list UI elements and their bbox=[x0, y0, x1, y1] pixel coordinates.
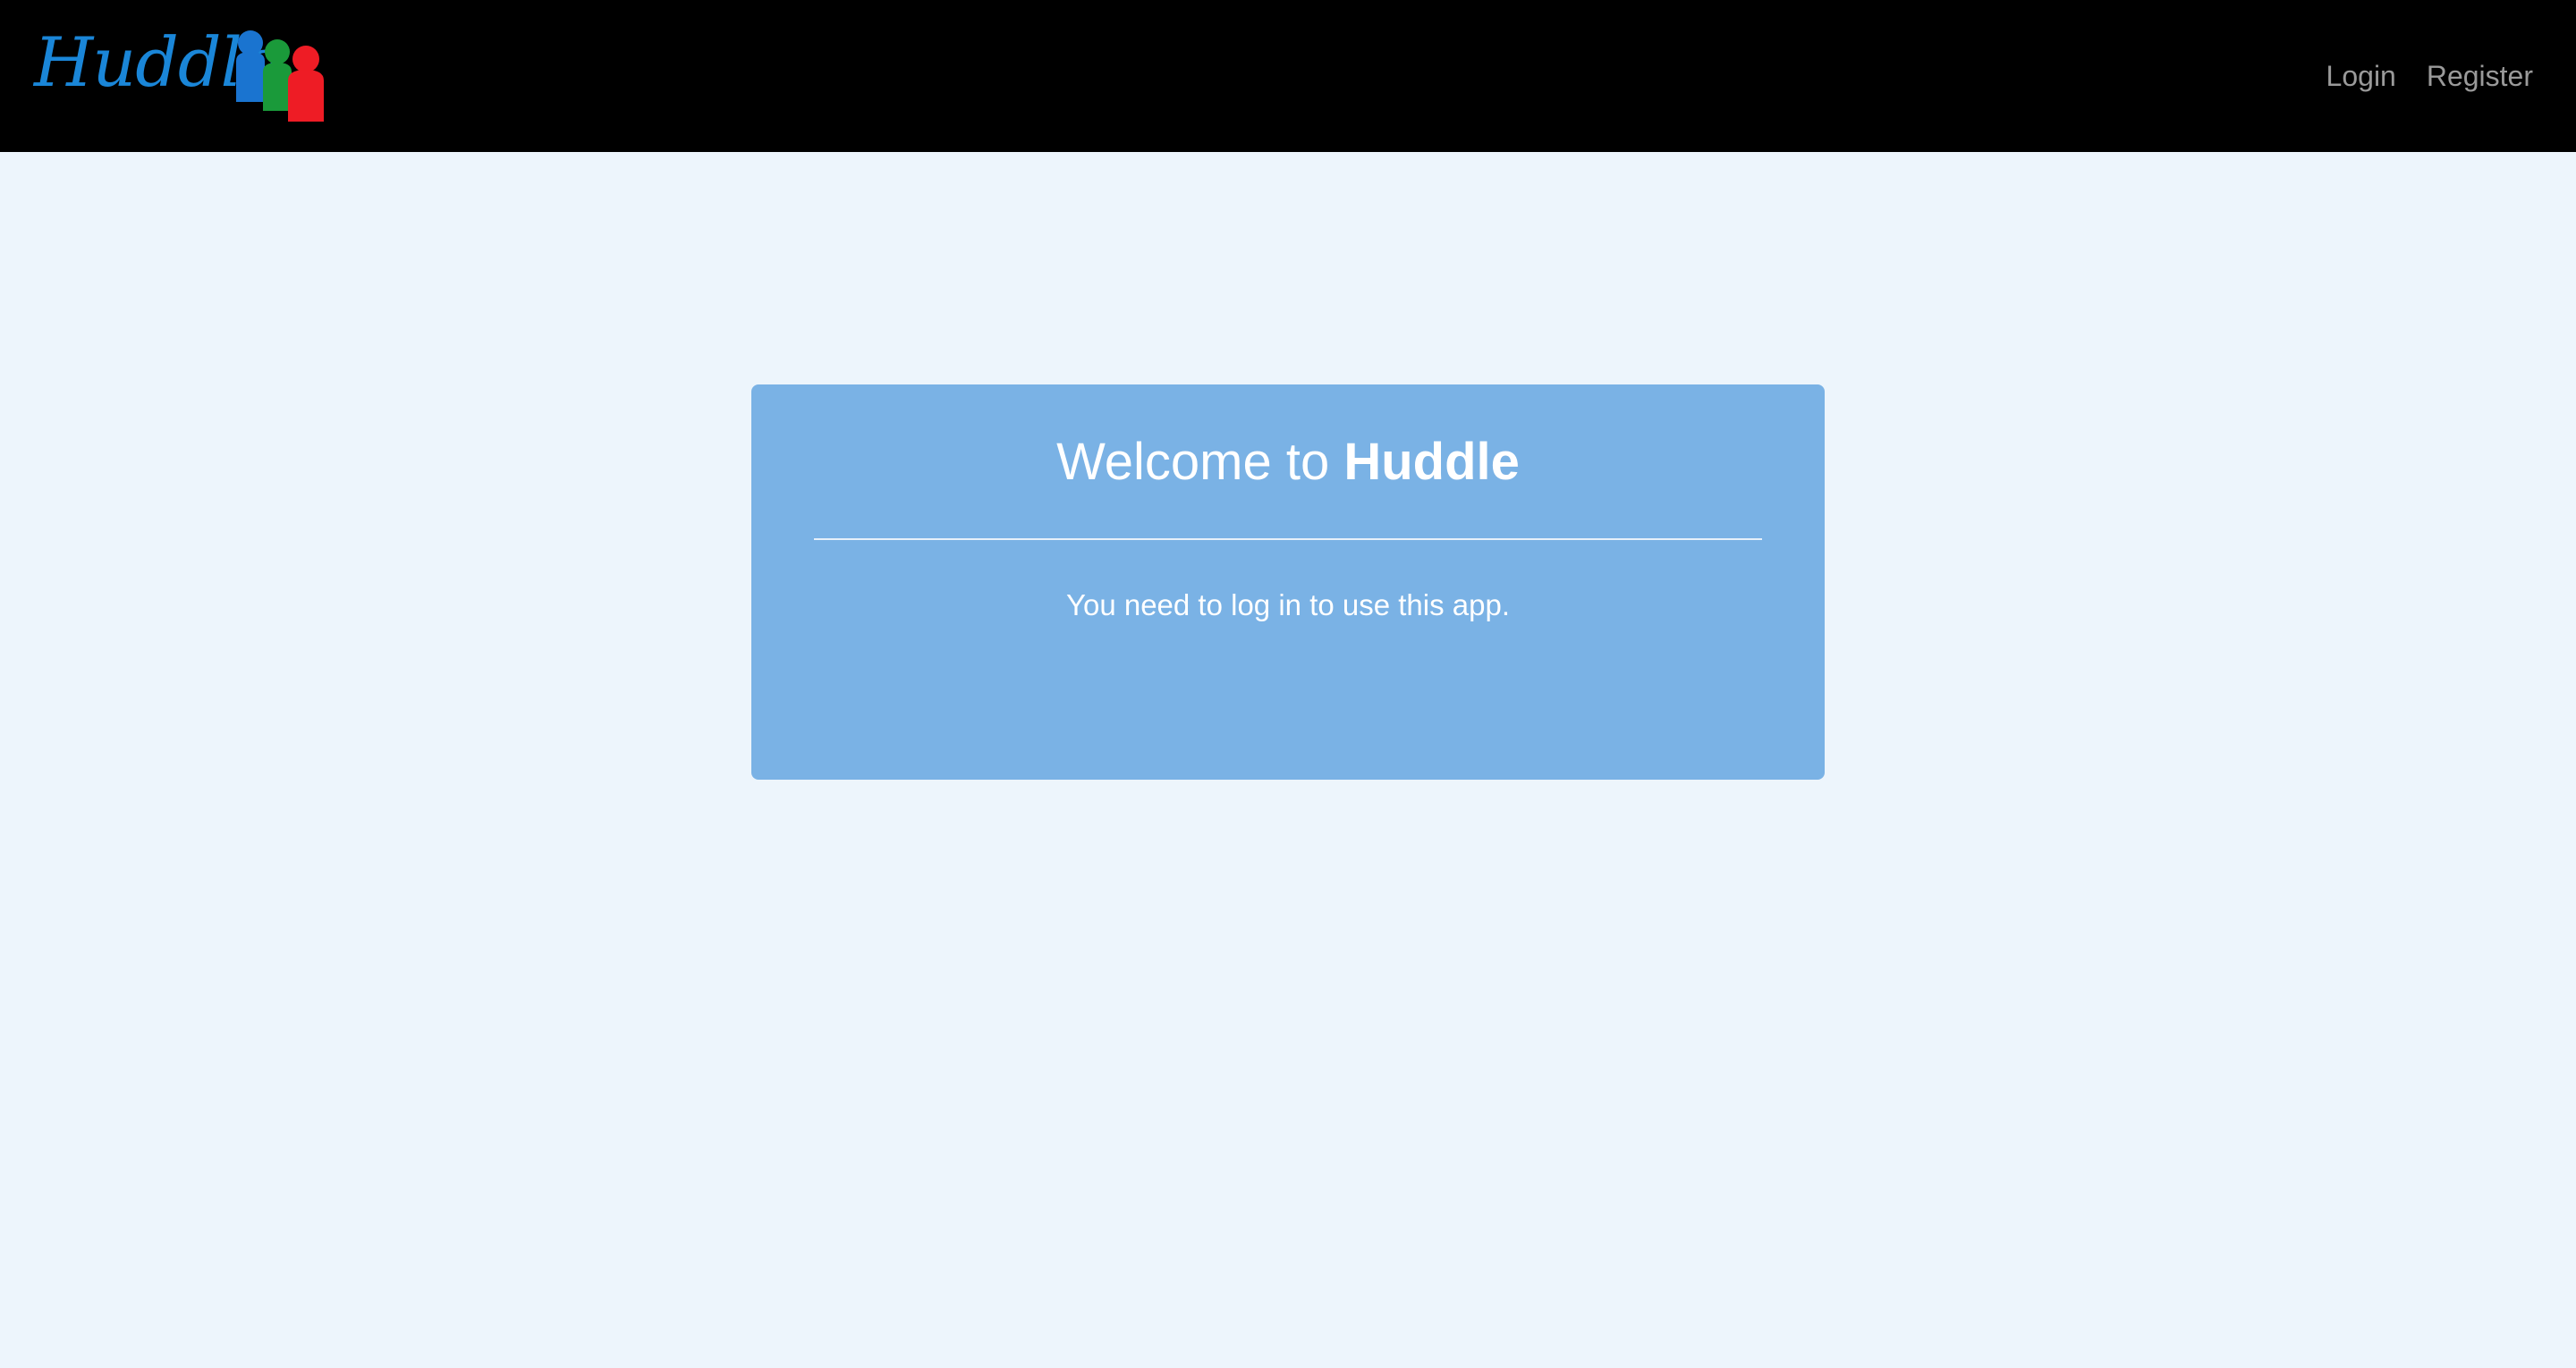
card-divider bbox=[814, 538, 1762, 540]
welcome-title-prefix: Welcome to bbox=[1056, 433, 1330, 491]
login-link[interactable]: Login bbox=[2326, 60, 2396, 93]
welcome-title: Welcome to Huddle bbox=[751, 431, 1825, 494]
navbar: Huddle Login Register bbox=[0, 0, 2576, 152]
nav-links: Login Register bbox=[2326, 0, 2533, 152]
welcome-card: Welcome to Huddle You need to log in to … bbox=[751, 384, 1825, 780]
welcome-title-app-name: Huddle bbox=[1343, 433, 1520, 491]
login-required-message: You need to log in to use this app. bbox=[1066, 588, 1510, 621]
brand-logo-link[interactable]: Huddle bbox=[34, 25, 338, 123]
register-link[interactable]: Register bbox=[2427, 60, 2533, 93]
people-logo-icon bbox=[236, 30, 324, 122]
